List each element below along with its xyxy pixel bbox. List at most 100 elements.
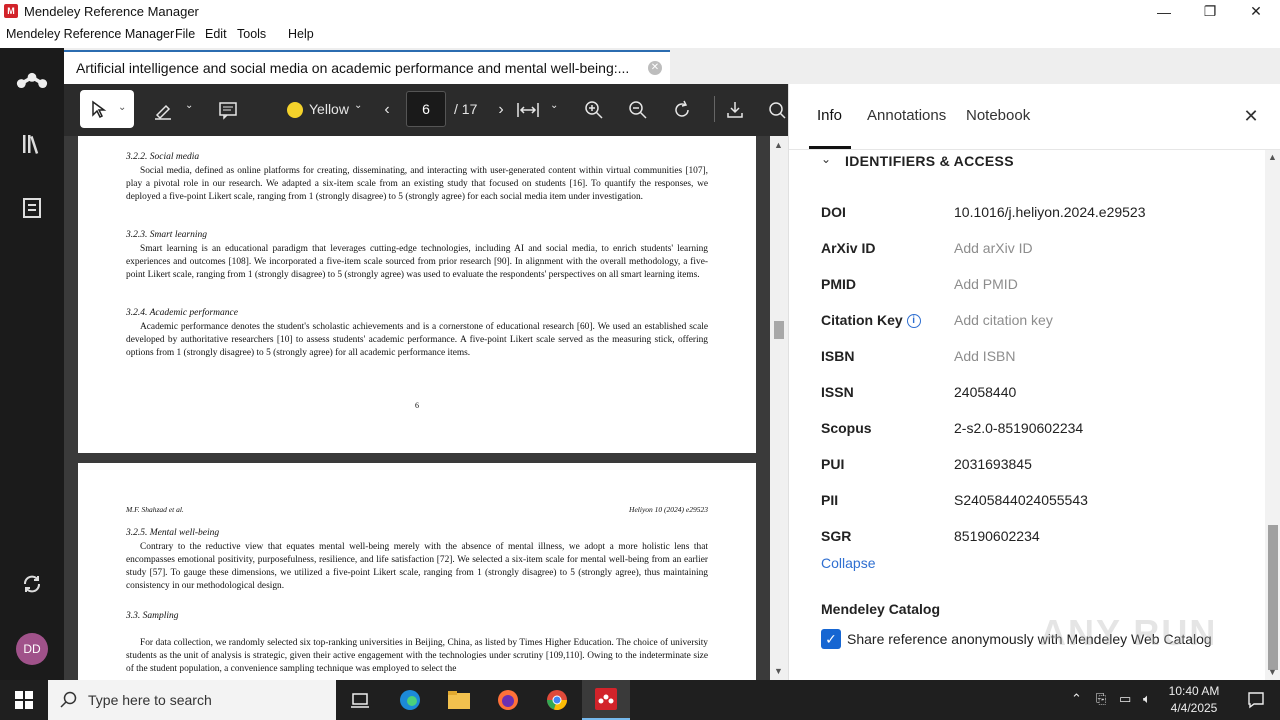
document-tab[interactable]: Artificial intelligence and social media… — [64, 50, 670, 84]
zoom-in-icon[interactable] — [581, 97, 607, 123]
field-label: DOI — [821, 204, 846, 220]
field-value[interactable]: Add citation key — [954, 312, 1053, 328]
edge-browser-icon[interactable] — [386, 680, 434, 720]
paragraph: Academic performance denotes the student… — [126, 322, 708, 358]
pdf-viewer[interactable]: 3.2.2. Social media Social media, define… — [64, 136, 788, 680]
library-icon[interactable] — [16, 128, 48, 160]
menu-tools[interactable]: Tools — [237, 27, 266, 41]
field-label: PMID — [821, 276, 856, 292]
notebook-icon[interactable] — [16, 192, 48, 224]
menu-mendeley[interactable]: Mendeley Reference Manager — [6, 27, 174, 41]
usb-device-icon[interactable]: ⎘ — [1096, 691, 1106, 707]
info-panel-scrollbar[interactable]: ▲ ▼ — [1265, 150, 1280, 680]
field-value[interactable]: 2-s2.0-85190602234 — [954, 420, 1083, 436]
menu-edit[interactable]: Edit — [205, 27, 227, 41]
taskbar-search-box[interactable]: Type here to search — [48, 680, 336, 720]
fit-width-icon[interactable] — [515, 97, 541, 123]
close-tab-icon[interactable]: ✕ — [648, 61, 662, 75]
previous-page-icon[interactable]: ‹ — [374, 97, 400, 123]
identifiers-section-title[interactable]: IDENTIFIERS & ACCESS — [845, 153, 1014, 169]
field-label: Scopus — [821, 420, 872, 436]
task-view-icon[interactable] — [336, 680, 384, 720]
clock-time: 10:40 AM — [1168, 684, 1220, 698]
chevron-down-icon[interactable]: ⌄ — [821, 152, 831, 166]
scroll-down-icon[interactable]: ▼ — [774, 666, 783, 676]
highlighter-icon[interactable] — [150, 97, 176, 123]
field-value[interactable]: 2031693845 — [954, 456, 1032, 472]
section-heading: 3.2.5. Mental well-being — [126, 528, 220, 538]
mendeley-taskbar-icon[interactable] — [582, 680, 630, 720]
file-explorer-icon[interactable] — [435, 680, 483, 720]
volume-icon[interactable]: 🔈︎ — [1143, 691, 1151, 707]
menu-help[interactable]: Help — [288, 27, 314, 41]
field-value[interactable]: 85190602234 — [954, 528, 1040, 544]
pdf-toolbar: ⌄ ⌄ Yellow ⌄ ‹ 6 / 17 › ⌄ — [64, 84, 788, 136]
pdf-scrollbar[interactable]: ▲ ▼ — [770, 136, 788, 680]
zoom-out-icon[interactable] — [625, 97, 651, 123]
tab-notebook[interactable]: Notebook — [966, 107, 1030, 124]
field-label: ISSN — [821, 384, 854, 400]
scroll-up-icon[interactable]: ▲ — [774, 140, 783, 150]
select-tool-button[interactable]: ⌄ — [80, 90, 134, 128]
restore-button[interactable]: ❐ — [1187, 0, 1233, 23]
field-label: ArXiv ID — [821, 240, 876, 256]
field-value[interactable]: Add ISBN — [954, 348, 1015, 364]
field-value[interactable]: 24058440 — [954, 384, 1016, 400]
active-tab-indicator — [809, 146, 851, 149]
next-page-icon[interactable]: › — [488, 97, 514, 123]
pdf-page-7: M.F. Shahzad et al. Heliyon 10 (2024) e2… — [78, 463, 756, 680]
menu-file[interactable]: File — [175, 27, 195, 41]
pdf-scrollbar-thumb[interactable] — [774, 321, 784, 339]
field-label: PUI — [821, 456, 845, 472]
running-header-journal: Heliyon 10 (2024) e29523 — [629, 505, 708, 514]
close-panel-icon[interactable]: ✕ — [1241, 106, 1261, 126]
watermark: ANY RUN — [1040, 612, 1218, 653]
scroll-up-icon[interactable]: ▲ — [1268, 152, 1277, 162]
search-icon — [60, 691, 77, 708]
chevron-down-icon: ⌄ — [118, 102, 127, 113]
minimize-button[interactable]: — — [1141, 0, 1187, 23]
comment-icon[interactable] — [215, 97, 241, 123]
chevron-down-icon[interactable]: ⌄ — [185, 100, 193, 111]
close-window-button[interactable]: ✕ — [1233, 0, 1279, 23]
mendeley-logo-icon: M — [4, 4, 18, 18]
notifications-icon[interactable] — [1232, 680, 1280, 720]
taskbar-clock[interactable]: 10:40 AM 4/4/2025 — [1158, 683, 1230, 717]
chevron-down-icon[interactable]: ⌄ — [354, 100, 362, 111]
scroll-down-icon[interactable]: ▼ — [1268, 667, 1277, 677]
highlight-color-swatch[interactable] — [287, 102, 303, 118]
paragraph: Smart learning is an educational paradig… — [126, 244, 708, 280]
highlight-color-label[interactable]: Yellow — [309, 101, 349, 117]
search-icon[interactable] — [764, 97, 788, 123]
network-icon[interactable]: ▭ — [1119, 691, 1131, 707]
download-icon[interactable] — [722, 97, 748, 123]
tab-info[interactable]: Info — [817, 107, 842, 124]
field-value[interactable]: S2405844024055543 — [954, 492, 1088, 508]
avatar[interactable]: DD — [16, 633, 48, 665]
tab-annotations[interactable]: Annotations — [867, 107, 946, 124]
chevron-down-icon[interactable]: ⌄ — [550, 100, 558, 111]
collapse-link[interactable]: Collapse — [821, 555, 875, 571]
sync-icon[interactable] — [16, 568, 48, 600]
page-number-input[interactable]: 6 — [406, 91, 446, 127]
share-catalog-checkbox[interactable]: ✓ — [821, 629, 841, 649]
mendeley-home-icon[interactable] — [16, 64, 48, 96]
field-label: Citation Key i — [821, 312, 921, 329]
field-value[interactable]: Add arXiv ID — [954, 240, 1033, 256]
title-bar: M Mendeley Reference Manager — ❐ ✕ — [0, 0, 1280, 23]
taskbar-search-placeholder: Type here to search — [88, 692, 212, 708]
chrome-icon[interactable] — [533, 680, 581, 720]
section-heading: 3.2.3. Smart learning — [126, 230, 208, 240]
info-icon[interactable]: i — [906, 314, 921, 329]
document-tab-title: Artificial intelligence and social media… — [76, 60, 630, 76]
field-value[interactable]: 10.1016/j.heliyon.2024.e29523 — [954, 204, 1146, 220]
info-panel-scrollbar-thumb[interactable] — [1268, 525, 1278, 670]
firefox-icon[interactable] — [484, 680, 532, 720]
field-value[interactable]: Add PMID — [954, 276, 1018, 292]
rotate-icon[interactable] — [669, 97, 695, 123]
windows-start-icon[interactable] — [0, 680, 48, 720]
taskbar: Type here to search ⌃ ⎘ ▭ 🔈︎ 10:40 AM 4/… — [0, 680, 1280, 720]
catalog-title: Mendeley Catalog — [821, 601, 941, 617]
chevron-up-icon[interactable]: ⌃ — [1071, 691, 1082, 707]
pdf-page-6: 3.2.2. Social media Social media, define… — [78, 136, 756, 453]
